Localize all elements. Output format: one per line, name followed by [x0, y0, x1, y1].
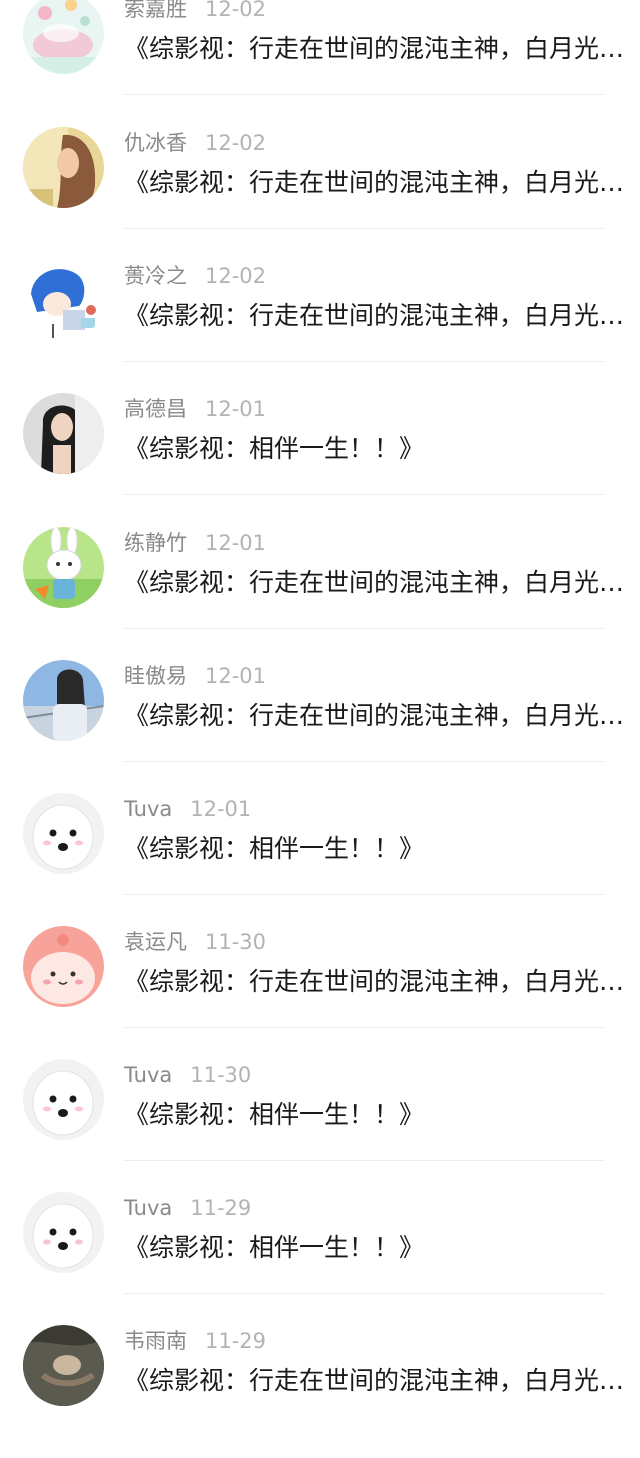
- divider: [124, 228, 604, 229]
- sender-name[interactable]: 眭傲易: [124, 664, 187, 688]
- white-dog-avatar[interactable]: [23, 1059, 104, 1140]
- message-meta: 韦雨南 11-29: [124, 1327, 266, 1355]
- cartoon-rabbit-avatar[interactable]: [23, 527, 104, 608]
- woman-bridge-avatar[interactable]: [23, 660, 104, 741]
- message-row[interactable]: Tuva 11-30 《综影视：相伴一生！！》: [0, 1059, 640, 1192]
- message-meta: Tuva 11-30: [124, 1061, 251, 1089]
- sender-name[interactable]: 仇冰香: [124, 131, 187, 155]
- message-row[interactable]: 眭傲易 12-01 《综影视：行走在世间的混沌主神，白月光…》: [0, 660, 640, 793]
- message-list: 索嘉胜 12-02 《综影视：行走在世间的混沌主神，白月光…》 仇冰香 12-02 …: [0, 0, 640, 1406]
- divider: [124, 94, 604, 95]
- message-row[interactable]: 练静竹 12-01 《综影视：行走在世间的混沌主神，白月光…》: [0, 527, 640, 660]
- divider: [124, 1293, 604, 1294]
- message-text[interactable]: 《综影视：行走在世间的混沌主神，白月光…》: [124, 1363, 638, 1399]
- woman-dark-hair-avatar[interactable]: [23, 393, 104, 474]
- sender-name[interactable]: 高德昌: [124, 397, 187, 421]
- sender-name[interactable]: Tuva: [124, 797, 172, 821]
- message-date: 12-01: [205, 531, 267, 555]
- message-date: 11-29: [190, 1196, 252, 1220]
- painting-avatar[interactable]: [23, 1325, 104, 1406]
- white-dog-avatar[interactable]: [23, 1192, 104, 1273]
- message-meta: 索嘉胜 12-02: [124, 0, 266, 23]
- divider: [124, 894, 604, 895]
- woman-sunlight-avatar[interactable]: [23, 127, 104, 208]
- divider: [124, 761, 604, 762]
- message-date: 11-29: [205, 1329, 267, 1353]
- message-meta: 练静竹 12-01: [124, 529, 266, 557]
- sender-name[interactable]: 索嘉胜: [124, 0, 187, 21]
- message-text[interactable]: 《综影视：行走在世间的混沌主神，白月光…》: [124, 964, 638, 1000]
- message-date: 12-02: [205, 131, 267, 155]
- message-date: 12-01: [190, 797, 252, 821]
- message-date: 12-01: [205, 397, 267, 421]
- message-text[interactable]: 《综影视：行走在世间的混沌主神，白月光…》: [124, 31, 638, 67]
- sender-name[interactable]: Tuva: [124, 1063, 172, 1087]
- sender-name[interactable]: 练静竹: [124, 531, 187, 555]
- message-row[interactable]: 袁运凡 11-30 《综影视：行走在世间的混沌主神，白月光…》: [0, 926, 640, 1059]
- message-date: 12-02: [205, 264, 267, 288]
- message-meta: 眭傲易 12-01: [124, 662, 266, 690]
- message-row[interactable]: Tuva 11-29 《综影视：相伴一生！！》: [0, 1192, 640, 1325]
- divider: [124, 1027, 604, 1028]
- divider: [124, 628, 604, 629]
- message-row[interactable]: 高德昌 12-01 《综影视：相伴一生！！》: [0, 393, 640, 526]
- message-meta: 蒉冷之 12-02: [124, 262, 266, 290]
- sender-name[interactable]: 韦雨南: [124, 1329, 187, 1353]
- message-text[interactable]: 《综影视：相伴一生！！》: [124, 431, 638, 467]
- message-text[interactable]: 《综影视：相伴一生！！》: [124, 1097, 638, 1133]
- message-meta: 袁运凡 11-30: [124, 928, 266, 956]
- message-meta: Tuva 11-29: [124, 1194, 251, 1222]
- message-meta: 高德昌 12-01: [124, 395, 266, 423]
- anime-blue-hair-avatar[interactable]: [23, 260, 104, 341]
- message-text[interactable]: 《综影视：相伴一生！！》: [124, 1230, 638, 1266]
- message-text[interactable]: 《综影视：行走在世间的混沌主神，白月光…》: [124, 698, 638, 734]
- message-row[interactable]: Tuva 12-01 《综影视：相伴一生！！》: [0, 793, 640, 926]
- white-dog-avatar[interactable]: [23, 793, 104, 874]
- sender-name[interactable]: Tuva: [124, 1196, 172, 1220]
- message-text[interactable]: 《综影视：相伴一生！！》: [124, 831, 638, 867]
- sender-name[interactable]: 蒉冷之: [124, 264, 187, 288]
- message-row[interactable]: 韦雨南 11-29 《综影视：行走在世间的混沌主神，白月光…》: [0, 1325, 640, 1458]
- pink-cartoon-avatar[interactable]: [23, 926, 104, 1007]
- divider: [124, 1160, 604, 1161]
- message-text[interactable]: 《综影视：行走在世间的混沌主神，白月光…》: [124, 565, 638, 601]
- message-row[interactable]: 索嘉胜 12-02 《综影视：行走在世间的混沌主神，白月光…》: [0, 0, 640, 126]
- divider: [124, 361, 604, 362]
- message-text[interactable]: 《综影视：行走在世间的混沌主神，白月光…》: [124, 165, 638, 201]
- message-date: 11-30: [205, 930, 267, 954]
- message-meta: 仇冰香 12-02: [124, 129, 266, 157]
- message-date: 12-02: [205, 0, 267, 21]
- message-meta: Tuva 12-01: [124, 795, 251, 823]
- message-row[interactable]: 仇冰香 12-02 《综影视：行走在世间的混沌主神，白月光…》: [0, 127, 640, 260]
- divider: [124, 494, 604, 495]
- message-text[interactable]: 《综影视：行走在世间的混沌主神，白月光…》: [124, 298, 638, 334]
- message-row[interactable]: 蒉冷之 12-02 《综影视：行走在世间的混沌主神，白月光…》: [0, 260, 640, 393]
- pastel-flower-avatar[interactable]: [23, 0, 104, 74]
- sender-name[interactable]: 袁运凡: [124, 930, 187, 954]
- message-date: 12-01: [205, 664, 267, 688]
- message-date: 11-30: [190, 1063, 252, 1087]
